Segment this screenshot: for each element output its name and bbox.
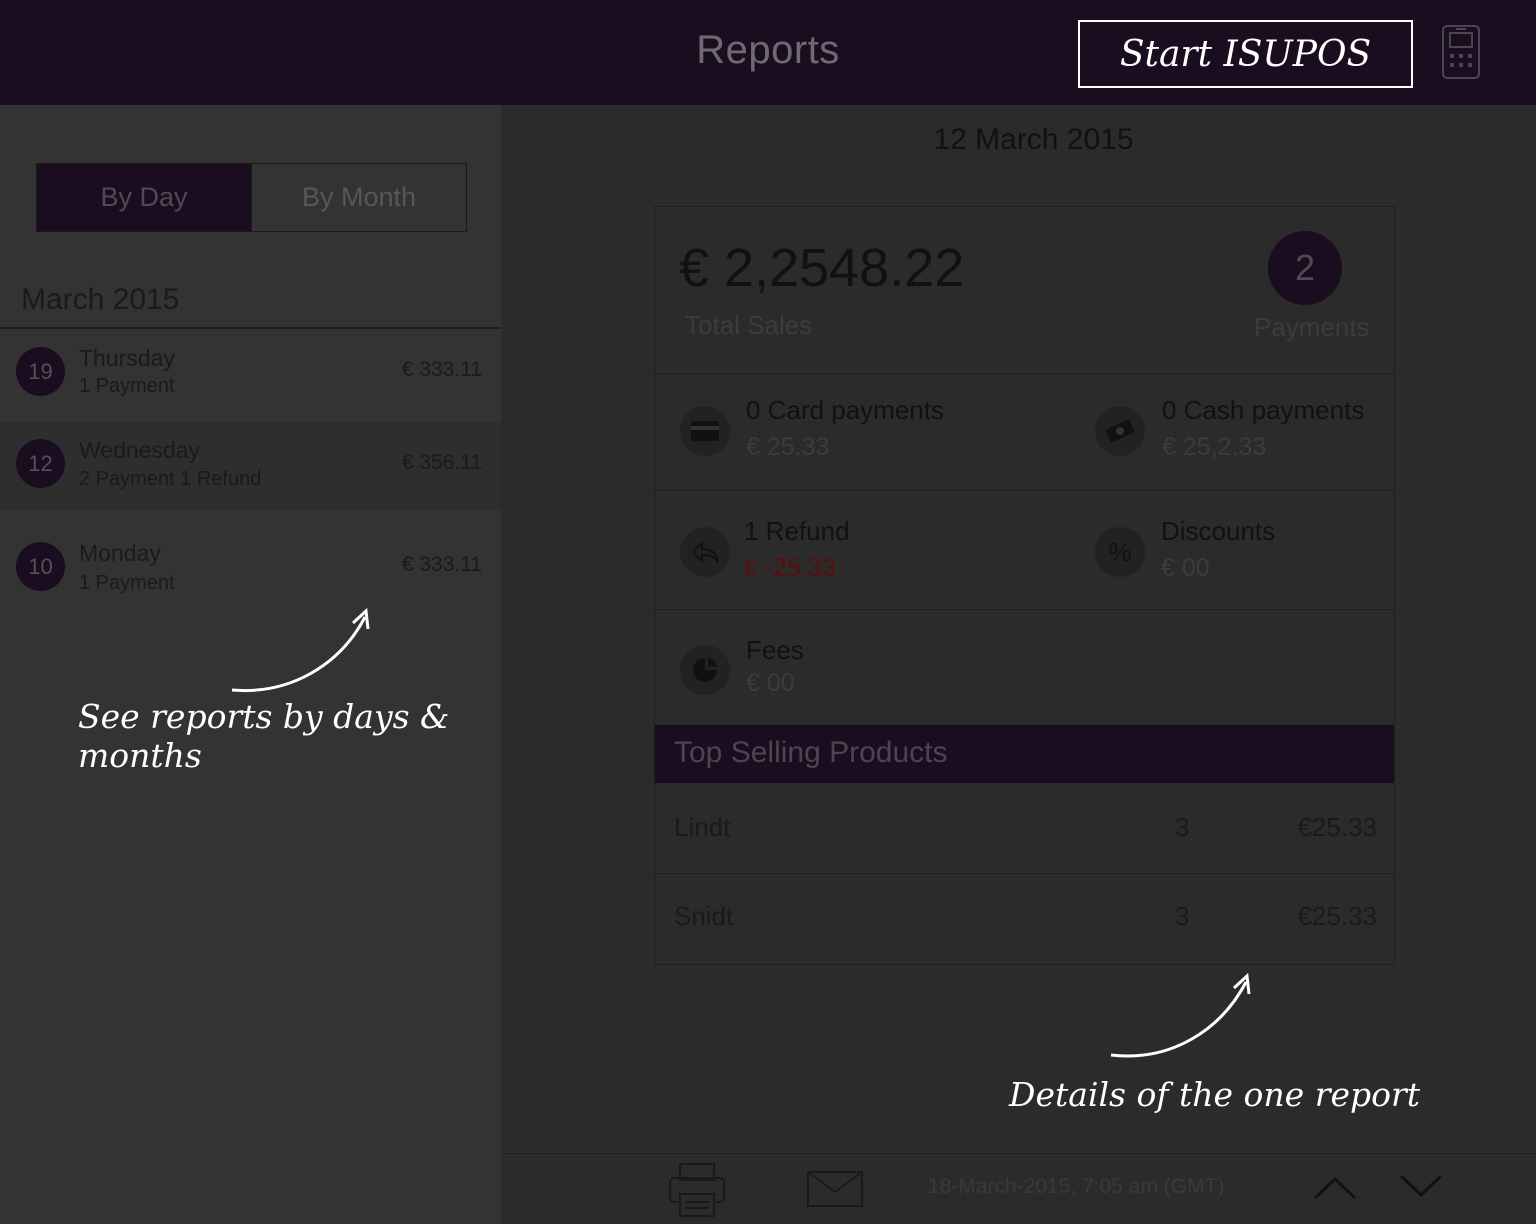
view-mode-toggle: By Day By Month [36,163,467,232]
day-list-panel: By Day By Month March 2015 19 Thursday 1… [0,105,501,1224]
day-summary: 1 Payment [79,572,175,594]
product-name: Lindt [674,812,731,842]
day-summary: 1 Payment [79,375,175,397]
day-badge: 19 [16,347,65,396]
discounts-value: € 00 [1161,554,1210,582]
fees-value: € 00 [746,669,795,697]
day-row-12[interactable]: 12 Wednesday 2 Payment 1 Refund € 356.11 [0,422,501,510]
day-row-19[interactable]: 19 Thursday 1 Payment € 333.11 [0,329,501,422]
day-row-10[interactable]: 10 Monday 1 Payment € 333.11 [0,510,501,610]
printer-icon[interactable] [668,1162,726,1218]
start-isupos-button[interactable]: Start ISUPOS [1078,20,1413,88]
percent-icon: % [1095,527,1145,577]
card-terminal-icon[interactable] [1441,24,1481,80]
day-name: Wednesday [79,437,201,463]
tab-by-month[interactable]: By Month [251,164,466,231]
divider [655,609,1394,610]
top-bar: Reports Start ISUPOS [0,0,1536,105]
card-payments-title: 0 Card payments [746,395,944,425]
refund-title: 1 Refund [744,516,850,546]
top-selling-header: Top Selling Products [655,725,1394,783]
day-name: Monday [79,540,161,566]
divider [655,490,1394,491]
product-price: €25.33 [1297,901,1377,931]
cash-payments-title: 0 Cash payments [1162,395,1365,425]
divider [655,873,1394,874]
top-selling-title: Top Selling Products [674,736,948,769]
chevron-up-icon[interactable] [1313,1176,1357,1200]
cash-icon [1095,406,1145,456]
total-sales-amount: € 2,2548.22 [679,238,965,298]
fees-title: Fees [746,635,804,665]
product-qty: 3 [1175,812,1190,842]
divider [655,373,1394,374]
discounts-title: Discounts [1161,516,1276,546]
report-date: 12 March 2015 [933,123,1134,156]
day-badge: 12 [16,439,65,488]
product-qty: 3 [1175,901,1190,931]
chevron-down-icon[interactable] [1399,1174,1443,1198]
annotation-arrow [231,607,370,693]
day-amount: € 333.11 [401,553,482,576]
annotation-days-months: See reports by days & months [78,697,450,775]
day-name: Thursday [79,345,175,371]
report-footer: 18-March-2015, 7:05 am (GMT) [501,1153,1536,1224]
report-card: € 2,2548.22 Total Sales 2 Payments 0 Car… [654,206,1395,965]
tab-by-day[interactable]: By Day [37,164,251,231]
credit-card-icon [680,406,730,456]
refund-value: € -25.33 [744,554,836,582]
report-detail-panel: 12 March 2015 € 2,2548.22 Total Sales 2 … [501,105,1536,1224]
day-badge: 10 [16,542,65,591]
envelope-icon[interactable] [806,1170,864,1208]
fees-icon [680,645,730,695]
refund-icon [680,527,730,577]
payments-label: Payments [1254,312,1370,342]
month-heading: March 2015 [21,283,180,316]
day-amount: € 356.11 [401,451,482,474]
annotation-report-details: Details of the one report [1009,1075,1421,1114]
payments-count-badge: 2 [1268,231,1342,305]
day-summary: 2 Payment 1 Refund [79,468,262,490]
product-price: €25.33 [1297,812,1377,842]
product-name: Snidt [674,901,734,931]
day-amount: € 333.11 [401,358,482,381]
cash-payments-value: € 25,2.33 [1162,433,1267,461]
card-payments-value: € 25.33 [746,433,830,461]
total-sales-label: Total Sales [685,310,813,340]
annotation-arrow [1110,972,1251,1058]
report-timestamp: 18-March-2015, 7:05 am (GMT) [928,1175,1225,1198]
